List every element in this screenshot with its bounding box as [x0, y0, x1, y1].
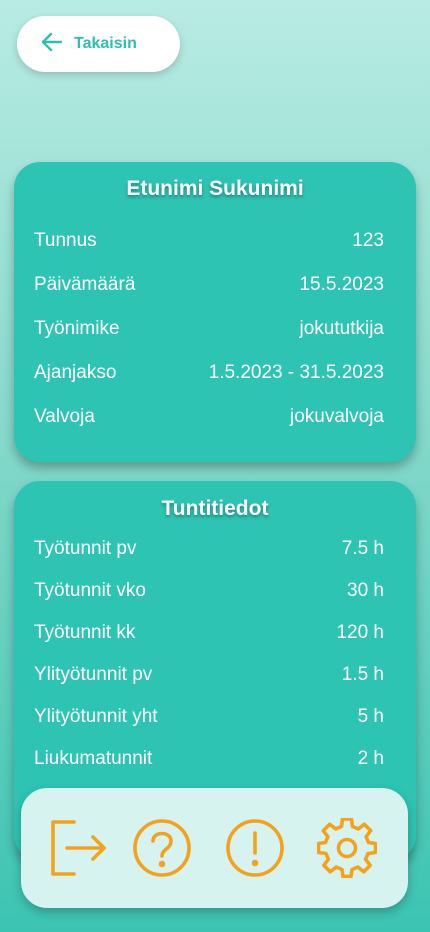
row-value: 123 [352, 230, 384, 251]
profile-row-period: Ajanjakso 1.5.2023 - 31.5.2023 [34, 362, 384, 384]
profile-card: Etunimi Sukunimi Tunnus 123 Päivämäärä 1… [14, 162, 416, 462]
row-label: Ylityötunnit pv [34, 664, 153, 685]
logout-icon [49, 820, 109, 882]
arrow-left-icon [39, 29, 65, 59]
row-value: 1.5 h [341, 664, 384, 685]
hours-title: Tuntitiedot [161, 497, 269, 520]
alert-button[interactable] [225, 818, 285, 878]
settings-button[interactable] [316, 817, 378, 879]
row-label: Työnimike [34, 318, 120, 339]
help-icon [132, 819, 192, 882]
logout-button[interactable] [49, 818, 109, 878]
hours-row-monthly: Työtunnit kk 120 h [34, 622, 384, 644]
row-value: 7.5 h [341, 538, 384, 559]
profile-row-job-title: Työnimike jokututkija [34, 318, 384, 340]
hours-row-weekly: Työtunnit vko 30 h [34, 580, 384, 602]
hours-row-overtime-total: Ylityötunnit yht 5 h [34, 706, 384, 728]
row-label: Työtunnit pv [34, 538, 137, 559]
row-label: Ajanjakso [34, 362, 117, 383]
row-label: Valvoja [34, 406, 95, 427]
hours-row-flex: Liukumatunnit 2 h [34, 748, 384, 770]
hours-row-daily: Työtunnit pv 7.5 h [34, 538, 384, 560]
help-button[interactable] [132, 818, 192, 878]
back-button[interactable]: Takaisin [17, 16, 180, 72]
row-label: Päivämäärä [34, 274, 136, 295]
row-value: jokuvalvoja [290, 406, 384, 427]
row-value: 2 h [357, 748, 384, 769]
row-value: jokututkija [299, 318, 385, 339]
settings-gear-icon [316, 817, 378, 882]
row-value: 120 h [336, 622, 384, 643]
profile-row-id: Tunnus 123 [34, 230, 384, 252]
profile-name: Etunimi Sukunimi [126, 177, 304, 200]
row-label: Ylityötunnit yht [34, 706, 158, 727]
row-value: 1.5.2023 - 31.5.2023 [208, 362, 384, 383]
profile-row-date: Päivämäärä 15.5.2023 [34, 274, 384, 296]
row-value: 5 h [357, 706, 384, 727]
row-label: Liukumatunnit [34, 748, 153, 769]
row-label: Työtunnit kk [34, 622, 136, 643]
row-label: Työtunnit vko [34, 580, 146, 601]
hours-row-overtime-daily: Ylityötunnit pv 1.5 h [34, 664, 384, 686]
row-value: 30 h [347, 580, 384, 601]
profile-row-supervisor: Valvoja jokuvalvoja [34, 406, 384, 428]
row-label: Tunnus [34, 230, 97, 251]
alert-icon [225, 819, 285, 882]
bottom-nav-bar [21, 788, 408, 908]
row-value: 15.5.2023 [299, 274, 384, 295]
back-button-label: Takaisin [74, 35, 137, 52]
